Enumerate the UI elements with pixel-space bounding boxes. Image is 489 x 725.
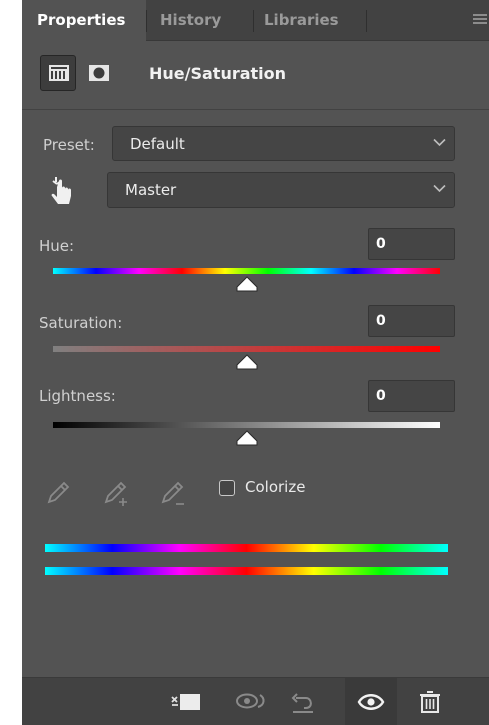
colorize-checkbox[interactable] — [219, 480, 235, 496]
tab-properties[interactable]: Properties — [22, 0, 146, 42]
properties-panel: Properties History Libraries Hue/Saturat… — [22, 0, 489, 725]
panel-menu-icon[interactable] — [473, 14, 487, 26]
eyedropper-plus-icon[interactable] — [102, 476, 132, 508]
lightness-label: Lightness: — [39, 387, 116, 405]
layer-mask-icon[interactable] — [84, 59, 114, 87]
preset-label: Preset: — [43, 136, 95, 154]
header-divider — [22, 109, 489, 110]
adjustment-title: Hue/Saturation — [149, 64, 287, 83]
channel-value: Master — [125, 181, 177, 199]
saturation-input[interactable]: 0 — [368, 305, 455, 337]
hue-input[interactable]: 0 — [368, 228, 455, 260]
saturation-label: Saturation: — [39, 314, 123, 332]
output-color-bar — [45, 567, 448, 575]
tab-libraries[interactable]: Libraries — [254, 0, 366, 41]
eyedropper-minus-icon[interactable] — [159, 476, 189, 508]
panel-tab-bar: Properties History Libraries — [22, 0, 489, 42]
panel-footer — [22, 677, 489, 725]
hue-slider-track[interactable] — [53, 268, 440, 274]
visibility-eye-icon[interactable] — [345, 678, 397, 725]
reset-icon[interactable] — [284, 678, 324, 725]
tab-history[interactable]: History — [147, 0, 253, 41]
input-color-bar — [45, 544, 448, 552]
preset-value: Default — [130, 135, 185, 153]
eyedropper-icon[interactable] — [45, 476, 71, 506]
lightness-slider-track[interactable] — [53, 422, 440, 428]
targeted-adjustment-hand-icon[interactable] — [48, 174, 78, 208]
channel-dropdown[interactable]: Master — [107, 172, 455, 208]
hue-label: Hue: — [39, 237, 75, 255]
trash-icon[interactable] — [411, 678, 449, 725]
preset-dropdown[interactable]: Default — [112, 126, 455, 161]
clip-to-layer-icon[interactable] — [164, 678, 214, 725]
colorize-label: Colorize — [245, 478, 306, 496]
view-previous-state-icon[interactable] — [227, 678, 271, 725]
chevron-down-icon — [433, 138, 446, 147]
adjustment-layer-icon[interactable] — [40, 55, 76, 91]
saturation-slider-track[interactable] — [53, 346, 440, 352]
lightness-input[interactable]: 0 — [368, 380, 455, 412]
chevron-down-icon — [433, 184, 446, 193]
